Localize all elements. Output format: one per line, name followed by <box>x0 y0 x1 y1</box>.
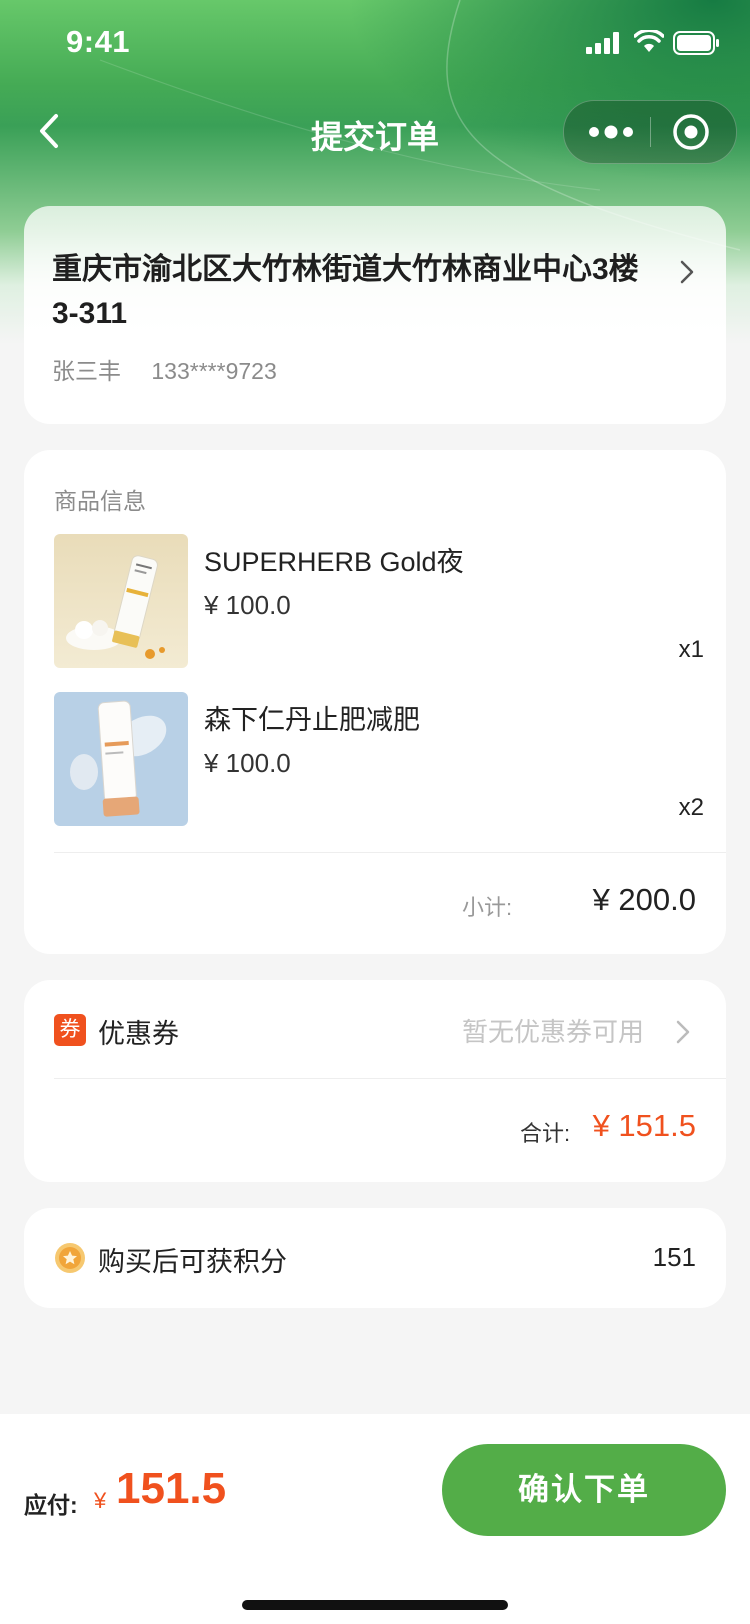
product-image <box>54 534 188 668</box>
chevron-right-icon <box>680 260 694 284</box>
product-quantity: x1 <box>678 636 704 663</box>
checkout-bar: 应付: ¥ 151.5 确认下单 <box>0 1414 750 1624</box>
product-quantity: x2 <box>678 794 704 821</box>
signal-icon <box>586 32 619 54</box>
product-price: ¥ 100.0 <box>204 590 291 620</box>
address-line: 重庆市渝北区大竹林街道大竹林商业中心3楼3-311 <box>52 253 639 330</box>
points-label: 购买后可获积分 <box>98 1247 287 1277</box>
status-bar: 9:41 <box>0 0 750 88</box>
more-dots-icon[interactable] <box>586 119 636 145</box>
pay-currency: ¥ <box>94 1488 107 1513</box>
close-circle-icon[interactable] <box>672 113 710 151</box>
recipient-name: 张三丰 <box>52 358 121 384</box>
list-item[interactable]: 森下仁丹止肥减肥 ¥ 100.0 x2 <box>54 692 704 826</box>
goods-card: 商品信息 SUPERHERB Gold夜 ¥ 100.0 x1 森下仁丹止肥减肥… <box>24 450 726 954</box>
coupon-label: 优惠券 <box>98 1019 179 1049</box>
coupon-card: 券 优惠券 暂无优惠券可用 合计: ¥ 151.5 <box>24 980 726 1182</box>
product-price: ¥ 100.0 <box>204 748 291 778</box>
confirm-order-button[interactable]: 确认下单 <box>442 1444 726 1536</box>
goods-section-label: 商品信息 <box>54 488 146 514</box>
pay-label: 应付: <box>24 1492 78 1518</box>
nav-bar: 提交订单 <box>0 96 750 168</box>
product-name: SUPERHERB Gold夜 <box>204 547 464 577</box>
recipient-phone: 133****9723 <box>151 358 277 384</box>
coupon-status[interactable]: 暂无优惠券可用 <box>462 1012 644 1049</box>
address-card[interactable]: 重庆市渝北区大竹林街道大竹林商业中心3楼3-311 张三丰 133****972… <box>24 206 726 424</box>
points-value: 151 <box>652 1242 696 1272</box>
product-name: 森下仁丹止肥减肥 <box>204 705 420 735</box>
total-value: ¥ 151.5 <box>592 1108 696 1143</box>
list-item[interactable]: SUPERHERB Gold夜 ¥ 100.0 x1 <box>54 534 704 668</box>
total-label: 合计: <box>520 1121 571 1146</box>
points-card: 购买后可获积分 151 <box>24 1208 726 1308</box>
home-indicator <box>242 1600 508 1610</box>
subtotal-label: 小计: <box>462 895 513 920</box>
wifi-icon <box>634 30 664 52</box>
chevron-right-icon[interactable] <box>674 1018 692 1046</box>
battery-icon <box>673 31 719 55</box>
recipient-info: 张三丰 133****9723 <box>52 352 277 386</box>
coupon-icon: 券 <box>54 1014 86 1046</box>
status-time: 9:41 <box>66 24 131 59</box>
mini-program-capsule <box>563 100 737 164</box>
pay-amount: 151.5 <box>116 1464 227 1513</box>
coin-icon <box>55 1243 85 1273</box>
capsule-divider <box>650 117 651 147</box>
divider <box>54 852 726 853</box>
divider <box>54 1078 726 1079</box>
product-image <box>54 692 188 826</box>
subtotal-value: ¥ 200.0 <box>592 882 696 917</box>
